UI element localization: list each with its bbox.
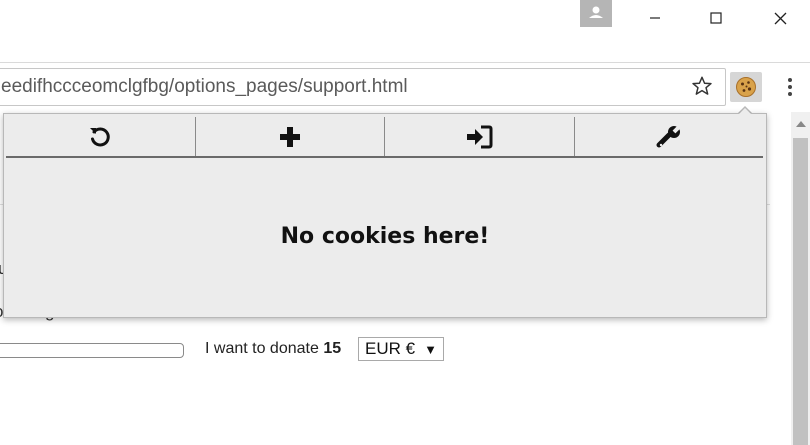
- kebab-menu-icon: [788, 78, 792, 96]
- import-button[interactable]: [384, 117, 574, 156]
- maximize-button[interactable]: [686, 0, 746, 36]
- browser-menu-button[interactable]: [778, 72, 802, 102]
- wrench-icon: [656, 123, 682, 147]
- cookie-icon: [736, 77, 756, 97]
- profile-button[interactable]: [580, 0, 612, 27]
- close-icon: [774, 12, 786, 24]
- plus-icon: [279, 126, 300, 147]
- url-text[interactable]: eedifhccceomclgfbg/options_pages/support…: [1, 69, 408, 105]
- popup-arrow-fill: [738, 108, 752, 115]
- currency-value: EUR €: [365, 339, 416, 358]
- donation-amount-slider[interactable]: [0, 343, 184, 358]
- bookmark-button[interactable]: [688, 72, 716, 100]
- empty-state-message: No cookies here!: [280, 224, 490, 249]
- minimize-icon: [650, 17, 660, 19]
- dropdown-caret-icon: ▼: [424, 341, 437, 357]
- chevron-up-icon: [795, 121, 806, 127]
- currency-select[interactable]: EUR € ▼: [358, 337, 444, 361]
- close-window-button[interactable]: [750, 0, 810, 36]
- donate-prefix: I want to donate: [205, 340, 319, 357]
- minimize-button[interactable]: [625, 0, 685, 36]
- sign-in-icon: [467, 125, 493, 148]
- person-icon: [589, 6, 603, 18]
- star-icon: [692, 76, 712, 95]
- page-scrollbar[interactable]: [791, 112, 810, 445]
- donate-amount: 15: [323, 340, 342, 357]
- refresh-icon: [90, 127, 110, 146]
- donate-label: I want to donate 15: [205, 340, 341, 358]
- refresh-button[interactable]: [6, 117, 195, 156]
- scroll-thumb[interactable]: [793, 138, 808, 445]
- window-titlebar: [0, 0, 810, 62]
- cookie-popup: No cookies here!: [3, 113, 767, 318]
- popup-toolbar: [6, 117, 763, 158]
- address-bar[interactable]: eedifhccceomclgfbg/options_pages/support…: [0, 68, 726, 106]
- scroll-up-button[interactable]: [791, 112, 810, 136]
- cookie-extension-button[interactable]: [730, 72, 762, 102]
- settings-button[interactable]: [573, 117, 764, 156]
- maximize-icon: [710, 12, 722, 24]
- add-cookie-button[interactable]: [194, 117, 385, 156]
